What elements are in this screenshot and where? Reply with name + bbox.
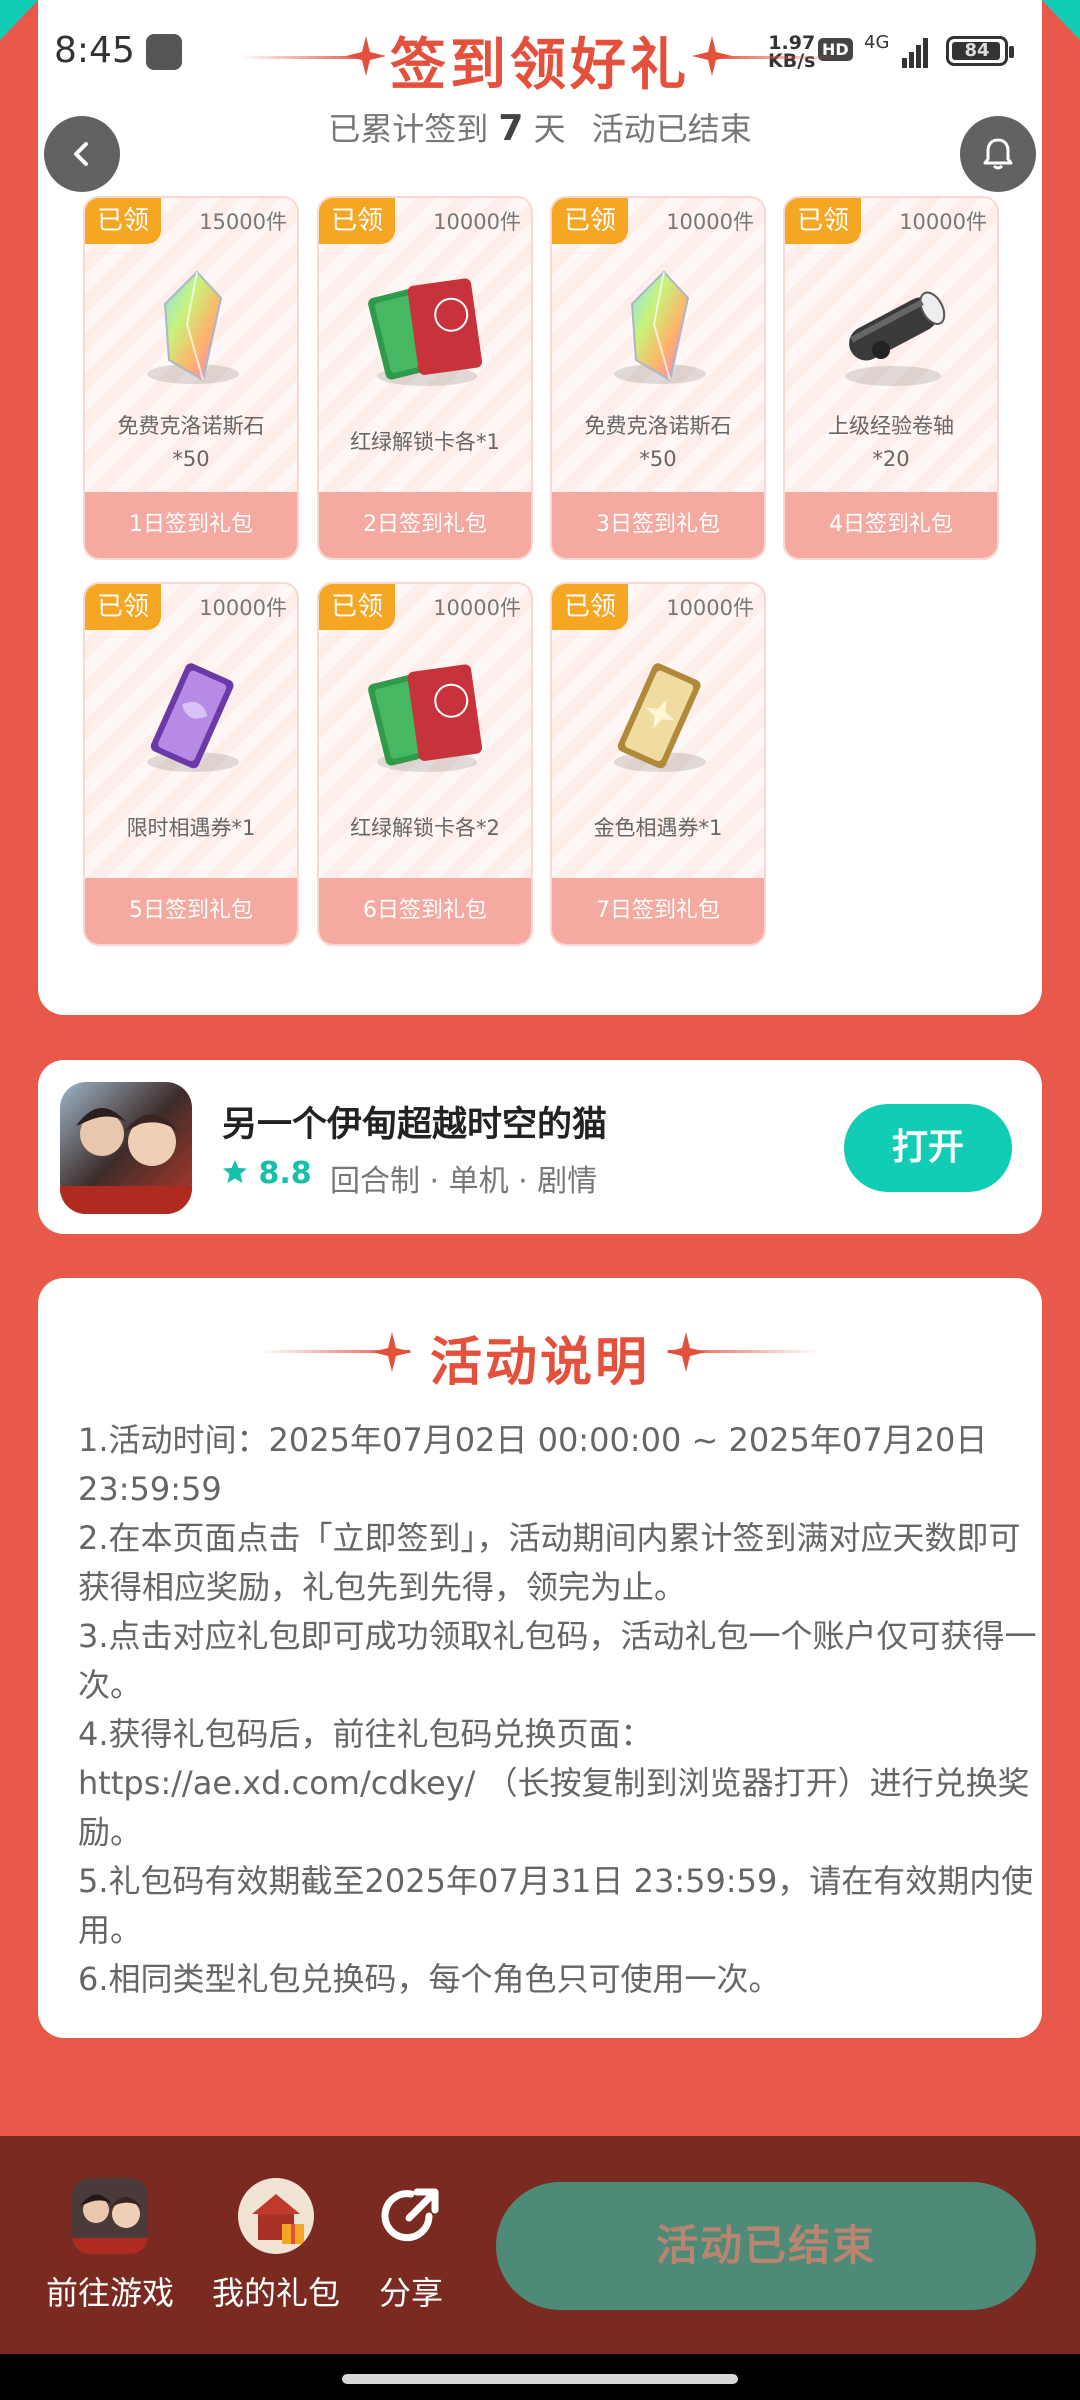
gift-stock: 10000件	[199, 596, 287, 620]
rule-line: 5.礼包码有效期截至2025年07月31日 23:59:59，请在有效期内使用。	[78, 1862, 1034, 1949]
open-game-button[interactable]: 打开	[844, 1104, 1012, 1192]
gift-pack-button[interactable]: 2日签到礼包	[319, 492, 531, 558]
claimed-badge: 已领	[85, 584, 161, 630]
gift-quantity: *50	[172, 447, 210, 471]
gift-pack-button[interactable]: 6日签到礼包	[319, 878, 531, 944]
game-rating: 8.8	[222, 1156, 312, 1191]
gift-name: 红绿解锁卡各*1	[350, 430, 500, 454]
purple-ticket-icon	[125, 650, 261, 780]
system-nav-bar	[0, 2354, 1080, 2400]
gift-name: 上级经验卷轴	[828, 414, 954, 438]
gift-stock: 15000件	[199, 210, 287, 234]
star-icon	[223, 1160, 247, 1183]
gift-pack-button[interactable]: 1日签到礼包	[85, 492, 297, 558]
gift-card-day-5[interactable]: 已领 10000件限时相遇券*1 5日签到礼包	[83, 582, 299, 946]
activity-status: 活动已结束	[591, 110, 752, 148]
gift-card-day-7[interactable]: 已领 10000件金色相遇券*1 7日签到礼包	[550, 582, 766, 946]
gold-ticket-icon	[592, 650, 728, 780]
gift-name: 金色相遇券*1	[593, 816, 723, 840]
gift-quantity: *50	[639, 447, 677, 471]
rainbow-crystal-icon	[592, 264, 728, 394]
gift-stock: 10000件	[433, 596, 521, 620]
game-name: 另一个伊甸超越时空的猫	[222, 1105, 608, 1145]
gift-stock: 10000件	[666, 210, 754, 234]
share-icon	[373, 2178, 449, 2254]
notification-button[interactable]	[960, 116, 1036, 192]
scroll-icon	[825, 264, 961, 394]
gift-quantity: *20	[872, 447, 910, 471]
gift-name: 限时相遇券*1	[126, 816, 256, 840]
rule-line: 3.点击对应礼包即可成功领取礼包码，活动礼包一个账户仅可获得一次。	[78, 1617, 1037, 1704]
gift-name: 免费克洛诺斯石	[117, 414, 265, 438]
claimed-badge: 已领	[85, 198, 161, 244]
unlock-cards-icon	[359, 650, 495, 780]
claimed-badge: 已领	[552, 198, 628, 244]
rule-line: 6.相同类型礼包兑换码，每个角色只可使用一次。	[78, 1960, 781, 1998]
my-gifts-button[interactable]: 我的礼包	[206, 2178, 346, 2314]
rules-title: 活动说明	[429, 1333, 650, 1393]
gift-card-day-3[interactable]: 已领 10000件免费克洛诺斯石 *50 3日签到礼包	[550, 196, 766, 560]
unlock-cards-icon	[359, 264, 495, 394]
rule-line: 1.活动时间：2025年07月02日 00:00:00 ~ 2025年07月20…	[78, 1421, 988, 1508]
claimed-badge: 已领	[319, 584, 395, 630]
game-card[interactable]: 另一个伊甸超越时空的猫 8.8 回合制 · 单机 · 剧情 打开	[38, 1060, 1042, 1234]
gift-pack-button[interactable]: 7日签到礼包	[552, 878, 764, 944]
gift-stock: 10000件	[666, 596, 754, 620]
gift-stock: 10000件	[433, 210, 521, 234]
chevron-left-icon	[74, 142, 88, 166]
rainbow-crystal-icon	[125, 264, 261, 394]
checkin-summary: 已累计签到 7 天 活动已结束	[328, 108, 752, 149]
rule-line: 4.获得礼包码后，前往礼包码兑换页面：https://ae.xd.com/cdk…	[78, 1715, 1030, 1851]
share-button[interactable]: 分享	[366, 2178, 456, 2314]
rule-line: 2.在本页面点击「立即签到」，活动期间内累计签到满对应天数即可获得相应奖励，礼包…	[78, 1519, 1021, 1606]
gift-avatar-icon	[238, 2178, 314, 2254]
gift-pack-button[interactable]: 4日签到礼包	[785, 492, 997, 558]
gift-card-day-4[interactable]: 已领 10000件上级经验卷轴 *20 4日签到礼包	[783, 196, 999, 560]
gift-name: 红绿解锁卡各*2	[350, 816, 500, 840]
gift-name: 免费克洛诺斯石	[584, 414, 732, 438]
game-icon[interactable]	[60, 1082, 192, 1214]
gift-card-day-2[interactable]: 已领 10000件红绿解锁卡各*1 2日签到礼包	[317, 196, 533, 560]
back-button[interactable]	[44, 116, 120, 192]
gift-pack-button[interactable]: 3日签到礼包	[552, 492, 764, 558]
title-line-right	[710, 56, 840, 59]
checkin-days: 7	[498, 108, 524, 149]
gift-card-day-6[interactable]: 已领 10000件红绿解锁卡各*2 6日签到礼包	[317, 582, 533, 946]
gift-stock: 10000件	[899, 210, 987, 234]
game-icon	[72, 2178, 148, 2254]
activity-ended-button[interactable]: 活动已结束	[496, 2182, 1036, 2310]
rules-body: 1.活动时间：2025年07月02日 00:00:00 ~ 2025年07月20…	[78, 1416, 1038, 2004]
rules-line-right	[668, 1350, 818, 1353]
gift-card-day-1[interactable]: 已领 15000件免费克洛诺斯石 *50 1日签到礼包	[83, 196, 299, 560]
home-indicator[interactable]	[342, 2374, 738, 2384]
gift-pack-button[interactable]: 5日签到礼包	[85, 878, 297, 944]
bell-icon	[983, 138, 1013, 170]
go-to-game-button[interactable]: 前往游戏	[40, 2178, 180, 2314]
claimed-badge: 已领	[319, 198, 395, 244]
rules-card: 活动说明 1.活动时间：2025年07月02日 00:00:00 ~ 2025年…	[38, 1278, 1042, 2038]
page-title: 签到领好礼	[390, 33, 690, 98]
bottom-action-bar: 前往游戏 我的礼包 分享 活动已结束	[0, 2136, 1080, 2354]
claimed-badge: 已领	[552, 584, 628, 630]
claimed-badge: 已领	[785, 198, 861, 244]
game-tags: 回合制 · 单机 · 剧情	[330, 1164, 598, 1199]
